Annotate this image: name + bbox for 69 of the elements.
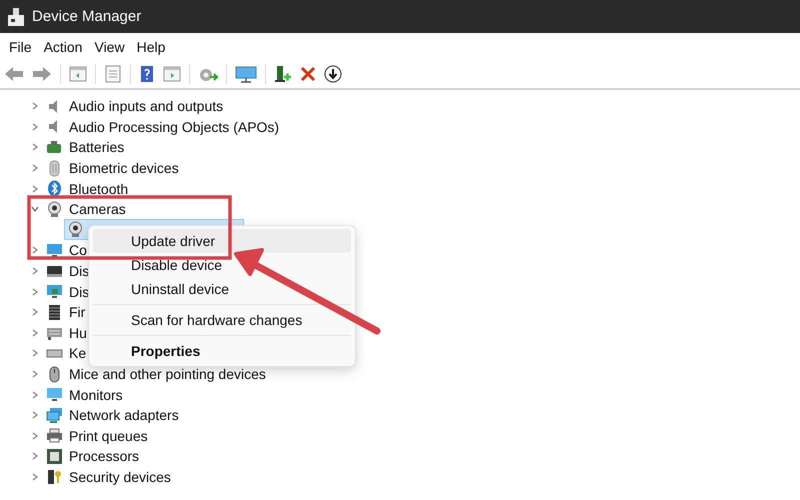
menu-item[interactable]: Help (130, 38, 172, 54)
tree-item[interactable]: Biometric devices (69, 160, 179, 176)
expand-chevron-icon[interactable] (30, 390, 40, 400)
menu-item[interactable]: Update driver (93, 229, 351, 253)
tree-item[interactable]: Co (69, 242, 87, 258)
expand-chevron-icon[interactable] (30, 184, 40, 194)
tree-item[interactable]: Bluetooth (69, 180, 128, 197)
expand-chevron-icon[interactable] (30, 266, 40, 276)
expand-chevron-icon[interactable] (30, 451, 40, 462)
expand-chevron-icon[interactable] (30, 307, 40, 318)
security-icon (46, 468, 63, 486)
expand-chevron-icon[interactable] (30, 122, 40, 132)
monitor-icon (46, 386, 63, 404)
tree-item[interactable]: Processors (69, 448, 140, 464)
tree-item[interactable]: Batteries (69, 139, 124, 156)
expand-chevron-icon[interactable] (30, 369, 40, 380)
back-arrow-icon[interactable] (4, 65, 24, 83)
expand-chevron-icon[interactable] (30, 410, 40, 420)
expand-chevron-icon[interactable] (30, 163, 40, 174)
tree-item[interactable]: Cameras (69, 201, 126, 218)
webcam-icon (67, 221, 84, 238)
expand-chevron-icon[interactable] (30, 348, 40, 358)
expand-chevron-icon[interactable] (30, 472, 40, 482)
network-icon (46, 406, 63, 424)
expand-chevron-icon[interactable] (30, 101, 40, 112)
tree-item[interactable]: Print queues (69, 428, 148, 444)
forward-arrow-icon[interactable] (32, 65, 52, 83)
tree-item[interactable]: Security devices (69, 468, 171, 485)
menu-item[interactable]: Uninstall device (93, 277, 351, 301)
tree-item[interactable]: Hu (69, 324, 87, 341)
tree-item[interactable]: Dis (69, 263, 90, 280)
menu-item[interactable]: Scan for hardware changes (93, 308, 351, 332)
expand-chevron-icon[interactable] (30, 328, 40, 338)
tree-item[interactable]: Network adapters (69, 407, 179, 424)
tree-item[interactable]: Monitors (69, 386, 123, 403)
processor-icon (46, 448, 63, 465)
delete-icon[interactable] (300, 65, 316, 83)
webcam-icon (46, 200, 63, 218)
bluetooth-icon (46, 180, 63, 198)
battery-icon (46, 138, 63, 156)
menu-item[interactable]: Properties (93, 339, 351, 363)
tree-item[interactable]: Mice and other pointing devices (69, 366, 266, 382)
help-icon[interactable] (139, 65, 155, 83)
menu-item[interactable]: Action (38, 38, 88, 54)
window-icon[interactable] (163, 65, 181, 83)
expand-chevron-icon[interactable] (30, 245, 40, 256)
printer-icon (46, 427, 63, 444)
menu-item[interactable]: View (88, 38, 131, 54)
tree-item[interactable]: Audio Processing Objects (APOs) (69, 118, 280, 135)
tree-item[interactable]: Audio inputs and outputs (69, 98, 224, 114)
expand-chevron-icon[interactable] (30, 286, 40, 297)
monitor-icon[interactable] (235, 65, 257, 83)
document-icon[interactable] (104, 65, 122, 83)
monitor-icon (46, 283, 63, 300)
menu-item[interactable]: Disable device (93, 253, 351, 277)
expand-chevron-icon[interactable] (30, 142, 40, 152)
device-add-icon[interactable] (274, 65, 292, 83)
collapse-chevron-icon[interactable] (30, 204, 40, 214)
download-icon[interactable] (324, 65, 342, 83)
tree-item[interactable]: Ke (69, 345, 86, 362)
window-icon[interactable] (69, 65, 87, 83)
chip-icon (46, 304, 63, 321)
app-icon (8, 8, 24, 26)
tree-item[interactable]: Fir (69, 304, 86, 320)
tree-item[interactable]: Dis (69, 284, 90, 300)
window-title: Device Manager (32, 8, 142, 25)
monitor-icon (46, 242, 63, 259)
expand-chevron-icon[interactable] (30, 430, 40, 441)
menu-item[interactable]: File (3, 38, 38, 54)
